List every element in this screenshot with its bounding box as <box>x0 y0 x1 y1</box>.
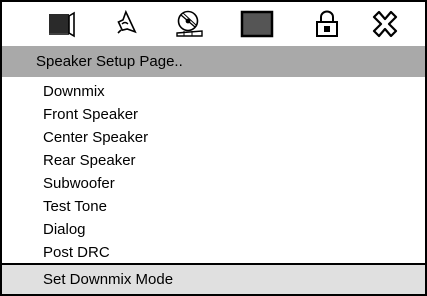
language-setup-icon[interactable] <box>46 10 76 38</box>
menu-item-subwoofer[interactable]: Subwoofer <box>43 175 115 193</box>
disc-video-icon[interactable] <box>174 10 204 38</box>
menu-item-front-speaker[interactable]: Front Speaker <box>43 106 138 124</box>
status-bar: Set Downmix Mode <box>2 265 425 294</box>
speaker-setup-menu: Downmix Front Speaker Center Speaker Rea… <box>2 77 425 265</box>
page-title-bar: Speaker Setup Page.. <box>2 46 425 77</box>
status-text: Set Downmix Mode <box>43 271 174 288</box>
password-lock-icon[interactable] <box>312 10 342 38</box>
setup-menu-window: Speaker Setup Page.. Downmix Front Speak… <box>0 0 427 296</box>
icon-toolbar <box>2 2 425 46</box>
audio-speaker-icon[interactable] <box>112 10 142 38</box>
menu-item-test-tone[interactable]: Test Tone <box>43 198 107 216</box>
page-title: Speaker Setup Page.. <box>36 53 183 70</box>
menu-item-rear-speaker[interactable]: Rear Speaker <box>43 152 136 170</box>
menu-item-post-drc[interactable]: Post DRC <box>43 244 110 262</box>
preference-icon[interactable] <box>240 10 274 38</box>
menu-item-center-speaker[interactable]: Center Speaker <box>43 129 148 147</box>
exit-icon[interactable] <box>370 10 400 38</box>
menu-item-downmix[interactable]: Downmix <box>43 83 105 101</box>
menu-item-dialog[interactable]: Dialog <box>43 221 86 239</box>
